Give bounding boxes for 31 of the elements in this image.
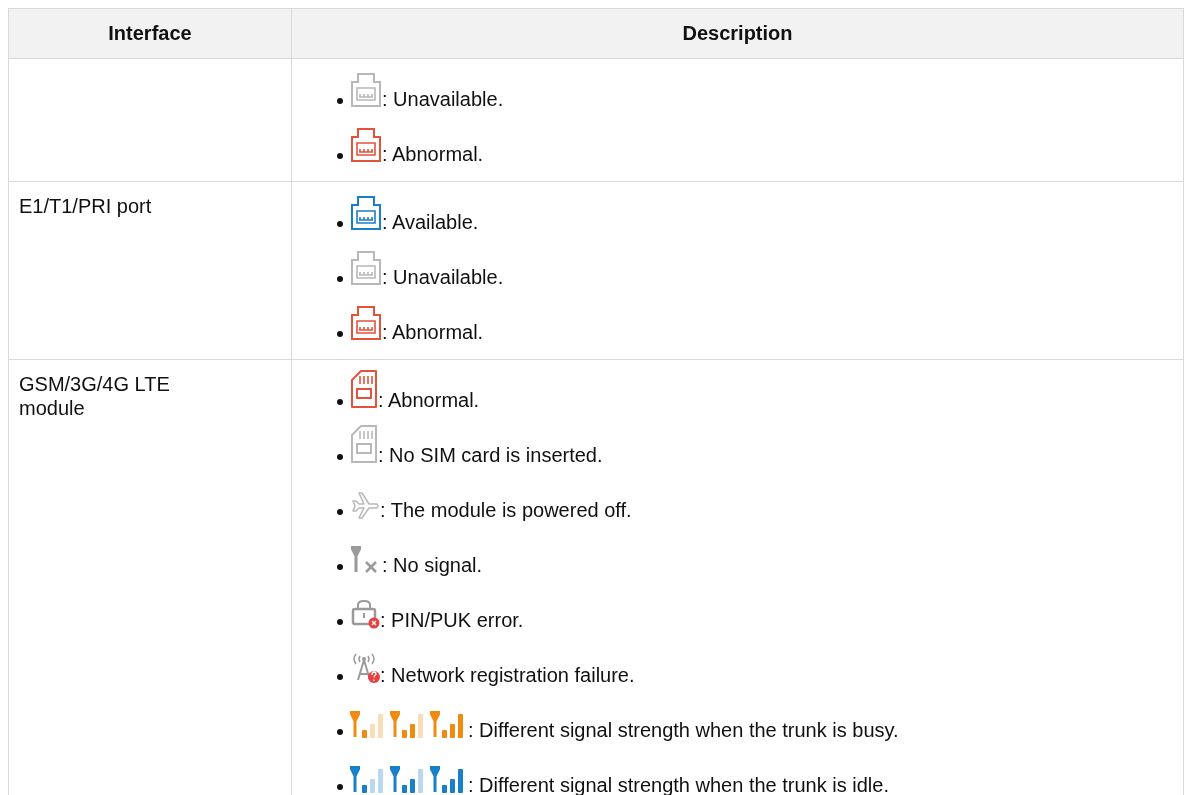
status-description: : PIN/PUK error.	[380, 609, 524, 631]
bullet-icon	[337, 399, 343, 405]
status-description: : The module is powered off.	[380, 499, 632, 521]
status-description: : Abnormal.	[382, 143, 484, 165]
bullet-icon	[337, 153, 343, 159]
bullet-icon	[337, 784, 343, 790]
bullet-icon	[337, 331, 343, 337]
bullet-icon	[337, 98, 343, 104]
status-description: : Unavailable.	[382, 88, 504, 110]
bullet-icon	[337, 729, 343, 735]
status-description: : Available.	[382, 211, 479, 233]
interface-name: E1/T1/PRI port	[19, 194, 153, 218]
status-description: : No signal.	[382, 554, 483, 576]
status-description: : Abnormal.	[378, 389, 480, 411]
status-description: : Abnormal.	[382, 321, 484, 343]
bullet-icon	[337, 619, 343, 625]
status-description: : Network registration failure.	[380, 664, 635, 686]
bullet-icon	[337, 564, 343, 570]
bullet-icon	[337, 509, 343, 515]
bullet-icon	[337, 221, 343, 227]
lock-icon	[350, 599, 380, 629]
column-header: Description	[291, 8, 1184, 59]
interface-name: GSM/3G/4G LTE module	[19, 372, 171, 420]
bullet-icon	[337, 276, 343, 282]
column-header: Interface	[8, 8, 292, 59]
status-description: : Unavailable.	[382, 266, 504, 288]
airplane-icon	[350, 489, 380, 519]
bullet-icon	[337, 674, 343, 680]
status-description: : Different signal strength when the trunk is busy.	[468, 719, 899, 741]
status-description: : No SIM card is inserted.	[378, 444, 603, 466]
bullet-icon	[337, 454, 343, 460]
